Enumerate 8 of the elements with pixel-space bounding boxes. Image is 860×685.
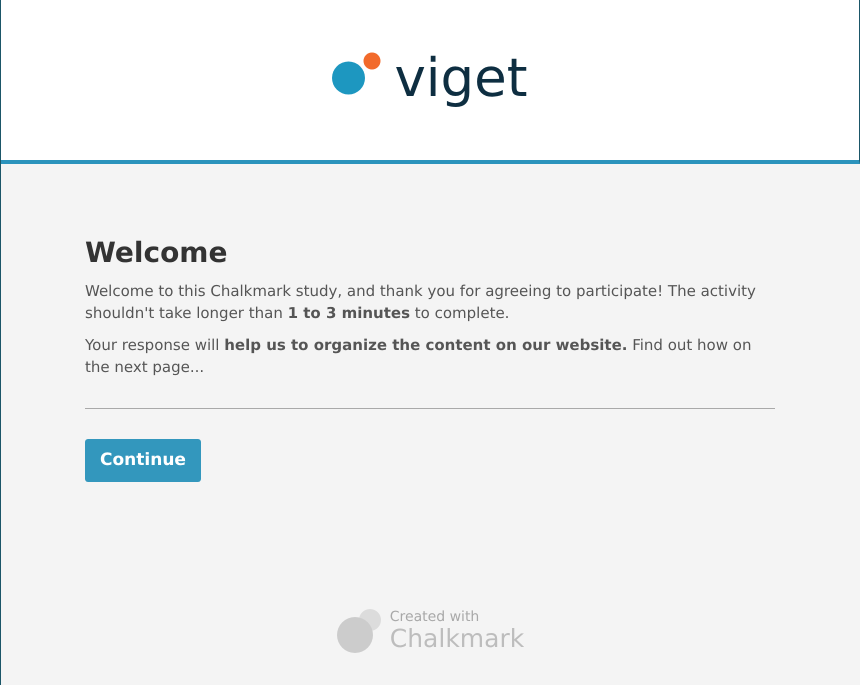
continue-button[interactable]: Continue [85, 438, 201, 482]
created-with-text: Created with [390, 609, 480, 626]
logo-text: viget [394, 52, 528, 105]
intro-paragraph: Welcome to this Chalkmark study, and thank you for agreeing to participate! The activity shouldn't take longer than 1 to 3 minutes to complete. [85, 280, 757, 324]
circles-icon [336, 609, 382, 653]
logo-circles-icon [332, 52, 382, 95]
intro-paragraph: Your response will help us to organize the content on our website. Find out how on the next page... [85, 334, 752, 378]
page-title: Welcome [85, 236, 228, 270]
